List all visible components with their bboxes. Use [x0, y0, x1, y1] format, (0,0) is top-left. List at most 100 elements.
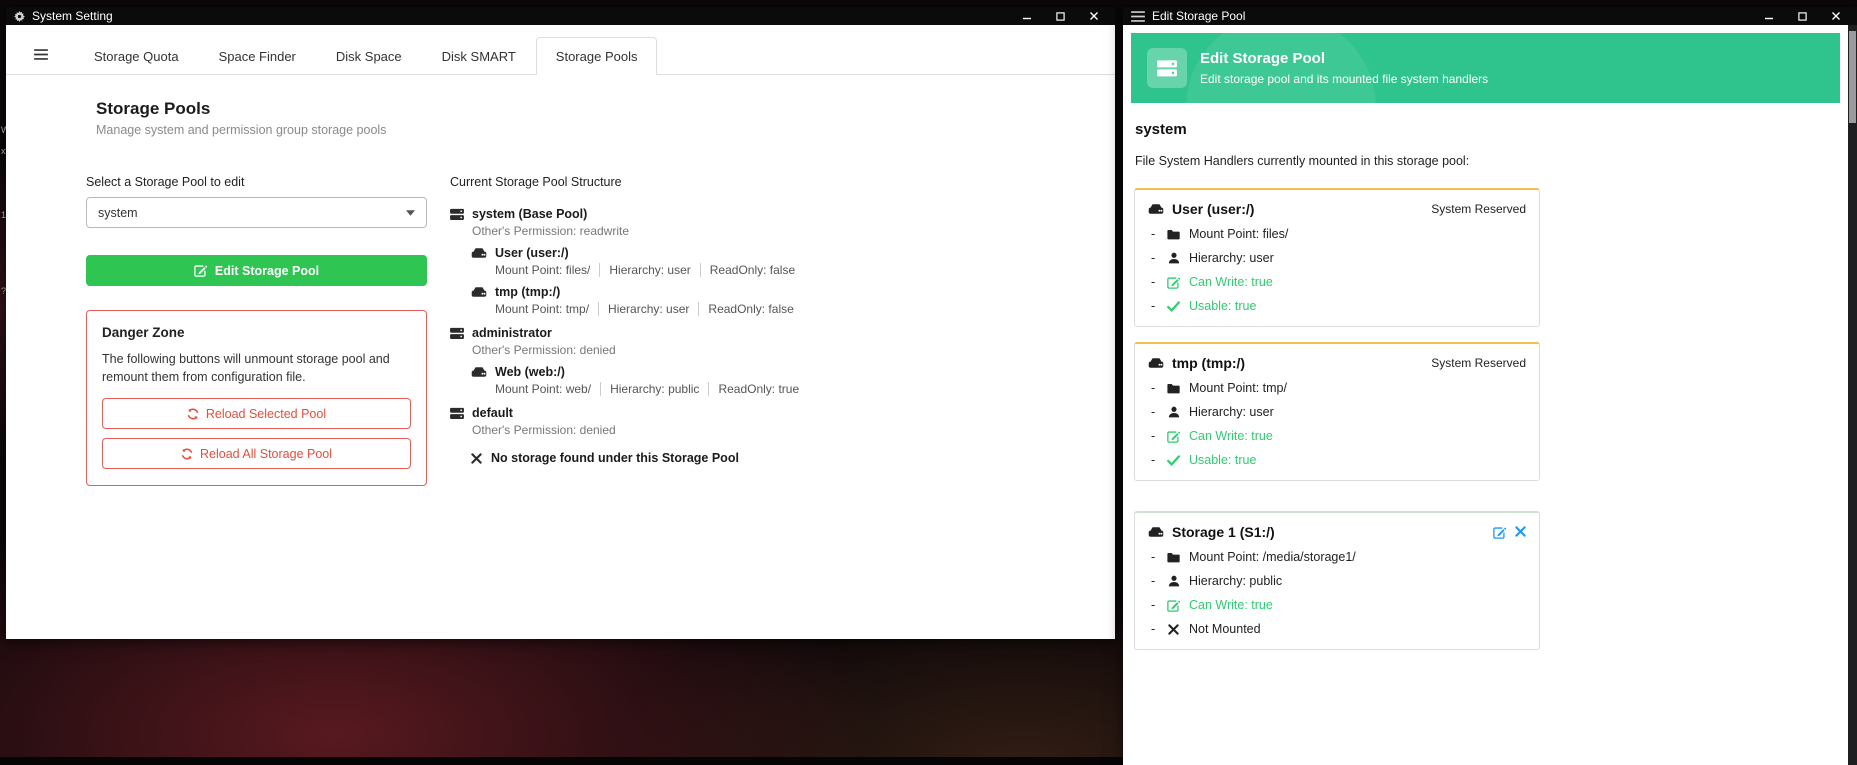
refresh-icon	[187, 408, 199, 420]
edit-button-label: Edit Storage Pool	[215, 264, 319, 278]
user-icon	[1166, 575, 1181, 587]
scrollbar-thumb[interactable]	[1849, 31, 1856, 123]
cross-icon	[1166, 624, 1181, 635]
user-icon	[1166, 252, 1181, 264]
system-setting-titlebar[interactable]: System Setting	[6, 7, 1115, 25]
select-pool-label: Select a Storage Pool to edit	[86, 175, 427, 189]
structure-heading: Current Storage Pool Structure	[450, 175, 990, 189]
usable-row: Usable: true	[1148, 453, 1526, 467]
hdd-icon	[1148, 357, 1164, 369]
pool-entry-system: system (Base Pool) Other's Permission: r…	[450, 207, 990, 316]
pool-entry-default: default Other's Permission: denied No st…	[450, 406, 990, 465]
edit-icon	[1166, 599, 1181, 612]
hierarchy-row: Hierarchy: user	[1148, 405, 1526, 419]
mount-point-detail: Mount Point: files/	[495, 263, 590, 277]
edit-icon	[1166, 430, 1181, 443]
pool-name: default	[472, 406, 616, 420]
handler-card-user: User (user:/) System Reserved Mount Poin…	[1134, 188, 1540, 327]
hierarchy-row: Hierarchy: public	[1148, 574, 1526, 588]
edit-icon	[194, 264, 207, 277]
system-setting-body: Storage Quota Space Finder Disk Space Di…	[6, 25, 1115, 639]
mount-point-detail: Mount Point: tmp/	[495, 302, 589, 316]
window-title: System Setting	[32, 9, 113, 23]
banner-subtitle: Edit storage pool and its mounted file s…	[1200, 72, 1488, 86]
reload-all-pool-button[interactable]: Reload All Storage Pool	[102, 438, 411, 469]
edit-icon	[1166, 276, 1181, 289]
server-icon	[450, 407, 464, 420]
tab-space-finder[interactable]: Space Finder	[199, 37, 316, 75]
tab-storage-pools[interactable]: Storage Pools	[536, 37, 658, 75]
folder-icon	[1166, 552, 1181, 563]
user-icon	[1166, 406, 1181, 418]
usable-row: Usable: true	[1148, 299, 1526, 313]
handler-name: User (user:/)	[1172, 201, 1254, 217]
selected-pool-value: system	[98, 206, 138, 220]
empty-pool-message: No storage found under this Storage Pool	[471, 451, 990, 465]
refresh-icon	[181, 448, 193, 460]
pool-child-user: User (user:/) Mount Point: files/ Hierar…	[471, 246, 990, 277]
hdd-icon	[471, 247, 487, 259]
system-reserved-badge: System Reserved	[1431, 356, 1526, 370]
chevron-down-icon	[406, 210, 415, 216]
minimize-icon[interactable]	[1764, 11, 1774, 21]
hierarchy-row: Hierarchy: user	[1148, 251, 1526, 265]
handler-name: User (user:/)	[495, 246, 795, 260]
hierarchy-detail: Hierarchy: user	[599, 263, 690, 277]
can-write-row: Can Write: true	[1148, 275, 1526, 289]
pool-name: administrator	[472, 326, 616, 340]
scrollbar-track[interactable]	[1848, 25, 1857, 765]
danger-zone-card: Danger Zone The following buttons will u…	[86, 310, 427, 486]
hierarchy-detail: Hierarchy: public	[600, 382, 699, 396]
check-icon	[1166, 301, 1181, 312]
pool-permission: Other's Permission: denied	[472, 423, 616, 437]
reload-selected-pool-button[interactable]: Reload Selected Pool	[102, 398, 411, 429]
mount-point-row: Mount Point: tmp/	[1148, 381, 1526, 395]
maximize-icon[interactable]	[1056, 12, 1065, 21]
not-mounted-row: Not Mounted	[1148, 622, 1526, 636]
danger-zone-text: The following buttons will unmount stora…	[102, 350, 411, 386]
handlers-intro-text: File System Handlers currently mounted i…	[1135, 154, 1836, 168]
folder-icon	[1166, 383, 1181, 394]
tab-storage-quota[interactable]: Storage Quota	[74, 37, 199, 75]
readonly-detail: ReadOnly: false	[698, 302, 793, 316]
window-title: Edit Storage Pool	[1152, 9, 1245, 23]
hdd-icon	[1148, 526, 1164, 538]
can-write-row: Can Write: true	[1148, 429, 1526, 443]
server-icon	[450, 327, 464, 340]
page-subtitle: Manage system and permission group stora…	[96, 123, 1075, 137]
tab-disk-smart[interactable]: Disk SMART	[422, 37, 536, 75]
pool-permission: Other's Permission: readwrite	[472, 224, 629, 238]
hdd-icon	[471, 366, 487, 378]
hierarchy-detail: Hierarchy: user	[598, 302, 689, 316]
server-icon	[450, 208, 464, 221]
close-icon[interactable]	[1831, 11, 1841, 21]
handler-card-storage1: Storage 1 (S1:/) Mount Point: /media/sto…	[1134, 511, 1540, 650]
close-icon[interactable]	[1089, 11, 1099, 21]
readonly-detail: ReadOnly: true	[708, 382, 799, 396]
tab-bar: Storage Quota Space Finder Disk Space Di…	[6, 25, 1115, 75]
pool-permission: Other's Permission: denied	[472, 343, 616, 357]
remove-handler-icon[interactable]	[1515, 526, 1526, 539]
edit-handler-icon[interactable]	[1493, 526, 1506, 539]
tab-disk-space[interactable]: Disk Space	[316, 37, 422, 75]
gear-icon	[14, 11, 25, 22]
storage-pool-select[interactable]: system	[86, 197, 427, 228]
cross-icon	[471, 453, 482, 464]
handler-card-tmp: tmp (tmp:/) System Reserved Mount Point:…	[1134, 342, 1540, 481]
mount-point-row: Mount Point: files/	[1148, 227, 1526, 241]
edit-storage-pool-button[interactable]: Edit Storage Pool	[86, 255, 427, 286]
maximize-icon[interactable]	[1798, 12, 1807, 21]
minimize-icon[interactable]	[1022, 11, 1032, 21]
can-write-row: Can Write: true	[1148, 598, 1526, 612]
page-title: Storage Pools	[96, 99, 1075, 119]
edit-pool-titlebar[interactable]: Edit Storage Pool	[1123, 7, 1857, 25]
edit-pool-body: Edit Storage Pool Edit storage pool and …	[1123, 25, 1848, 765]
reload-selected-label: Reload Selected Pool	[206, 407, 326, 421]
hamburger-menu-icon[interactable]	[6, 49, 74, 74]
mount-point-row: Mount Point: /media/storage1/	[1148, 550, 1526, 564]
check-icon	[1166, 455, 1181, 466]
reload-all-label: Reload All Storage Pool	[200, 447, 332, 461]
storage-pool-structure: Current Storage Pool Structure system (B…	[450, 161, 990, 486]
mount-point-detail: Mount Point: web/	[495, 382, 591, 396]
editing-pool-name: system	[1135, 121, 1836, 138]
